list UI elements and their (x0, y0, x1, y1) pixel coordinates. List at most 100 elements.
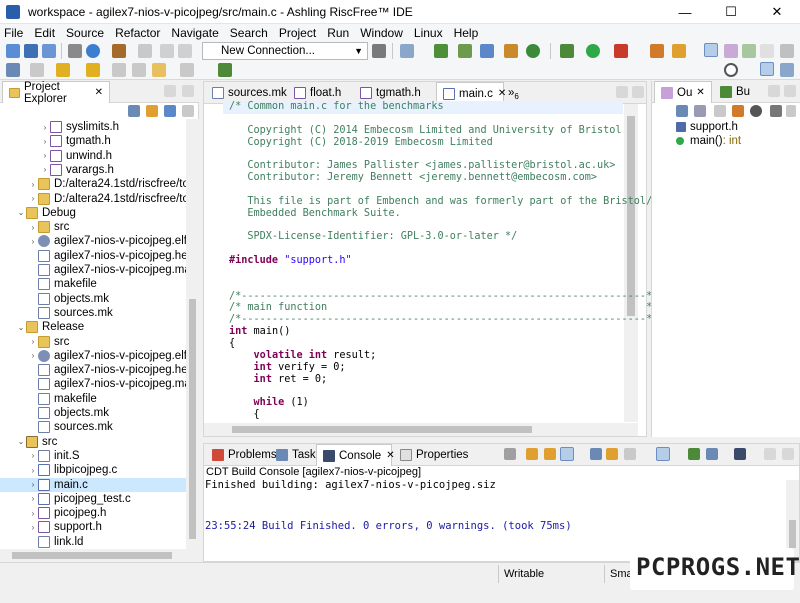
code-line[interactable]: /*--------------------------------------… (229, 291, 658, 303)
tab-outline[interactable]: Ou ✕ (654, 81, 712, 103)
show-console-icon[interactable] (656, 447, 670, 461)
hammer-icon[interactable] (112, 44, 126, 58)
build-icon[interactable] (86, 44, 100, 58)
launch-icon[interactable] (672, 44, 686, 58)
terminal-icon[interactable] (400, 44, 414, 58)
collapse-all-icon[interactable] (128, 105, 140, 117)
code-line[interactable]: volatile int result; (229, 350, 377, 362)
code-line[interactable]: Contributor: Jeremy Bennett <jeremy.benn… (229, 172, 597, 184)
tree-item[interactable]: › src (28, 335, 69, 349)
hide-fields-icon[interactable] (714, 105, 726, 117)
collapse-arrow-icon[interactable]: › (40, 137, 50, 146)
collapse-arrow-icon[interactable]: › (28, 337, 38, 346)
word-wrap-icon[interactable] (590, 448, 602, 460)
external-tools-icon[interactable] (614, 44, 628, 58)
close-icon[interactable]: ✕ (696, 87, 704, 98)
tree-item[interactable]: › picojpeg.h (28, 506, 106, 520)
forward-nav-icon[interactable] (132, 63, 146, 77)
minimize-view-icon[interactable] (616, 86, 628, 98)
outline-item[interactable]: main() : int (676, 134, 741, 148)
new-project-icon[interactable] (434, 44, 448, 58)
menu-refactor[interactable]: Refactor (115, 26, 160, 40)
new-file-icon[interactable] (480, 44, 494, 58)
close-icon[interactable]: ✕ (95, 87, 103, 98)
code-line[interactable]: int verify = 0; (229, 362, 346, 374)
collapse-arrow-icon[interactable]: › (28, 480, 38, 489)
tree-item[interactable]: makefile (28, 392, 97, 406)
refresh-icon[interactable] (526, 44, 540, 58)
prev-bookmark-icon[interactable] (86, 63, 100, 77)
scroll-lock-icon[interactable] (560, 447, 574, 461)
maximize-view-icon[interactable] (182, 85, 194, 97)
collapse-arrow-icon[interactable]: › (28, 523, 38, 532)
tree-item[interactable]: › D:/altera24.1std/riscfree/toolch (28, 177, 186, 191)
tab-console[interactable]: Console ✕ (316, 444, 395, 466)
open-console-icon[interactable] (734, 448, 746, 460)
collapse-arrow-icon[interactable]: › (28, 351, 38, 360)
collapse-arrow-icon[interactable]: › (28, 223, 38, 232)
tree-item[interactable]: ⌄ src (16, 435, 57, 449)
collapse-arrow-icon[interactable]: › (28, 451, 38, 460)
code-line[interactable]: Copyright (C) 2018-2019 Embecosm Limited (229, 137, 492, 149)
scrollbar-thumb[interactable] (789, 520, 796, 548)
tree-item[interactable]: › unwind.h (40, 149, 112, 163)
view-menu-icon[interactable] (182, 105, 194, 117)
back-icon[interactable] (152, 63, 166, 77)
collapse-arrow-icon[interactable]: › (28, 494, 38, 503)
expand-arrow-icon[interactable]: ⌄ (16, 437, 26, 446)
maximize-view-icon[interactable] (784, 85, 796, 97)
search-icon[interactable] (724, 63, 738, 77)
sort-icon[interactable] (694, 105, 706, 117)
maximize-view-icon[interactable] (632, 86, 644, 98)
prev-edit-icon[interactable] (30, 63, 44, 77)
tree-item[interactable]: link.ld (28, 535, 83, 549)
collapse-arrow-icon[interactable]: › (40, 165, 50, 174)
hide-static-icon[interactable] (732, 105, 744, 117)
link-editor-icon[interactable] (770, 105, 782, 117)
save-icon[interactable] (24, 44, 38, 58)
tree-item[interactable]: › init.S (28, 449, 80, 463)
block-select-icon[interactable] (742, 44, 756, 58)
expand-arrow-icon[interactable]: ⌄ (16, 208, 26, 217)
tree-item[interactable]: agilex7-nios-v-picojpeg.hex (28, 249, 186, 263)
whitespace-icon[interactable] (760, 44, 774, 58)
hide-nonpublic-icon[interactable] (750, 105, 762, 117)
close-button[interactable]: ✕ (754, 0, 800, 24)
minimize-view-icon[interactable] (164, 85, 176, 97)
profile-icon[interactable] (650, 44, 664, 58)
editor-horizontal-scrollbar[interactable] (204, 423, 638, 436)
tree-item[interactable]: ⌄ Debug (16, 206, 76, 220)
close-icon[interactable]: ✕ (498, 88, 506, 99)
menu-navigate[interactable]: Navigate (171, 26, 218, 40)
collapse-arrow-icon[interactable]: › (28, 194, 38, 203)
tree-item[interactable]: sources.mk (28, 306, 113, 320)
code-line[interactable]: int ret = 0; (229, 374, 328, 386)
code-line[interactable]: This file is part of Embench and was for… (229, 196, 676, 208)
code-line[interactable]: #include "support.h" (229, 255, 352, 267)
menu-file[interactable]: File (4, 26, 23, 40)
code-line[interactable]: Contributor: James Pallister <james.pall… (229, 160, 615, 172)
forward-icon[interactable] (178, 44, 192, 58)
tab-project-explorer[interactable]: Project Explorer ✕ (2, 81, 110, 105)
next-error-icon[interactable] (544, 448, 556, 460)
chevron-down-icon[interactable]: ▼ (354, 43, 363, 59)
collapse-arrow-icon[interactable]: › (40, 151, 50, 160)
link-editor-icon[interactable] (146, 105, 158, 117)
debug-icon[interactable] (560, 44, 574, 58)
menu-source[interactable]: Source (66, 26, 104, 40)
tree-item[interactable]: agilex7-nios-v-picojpeg.map (28, 377, 186, 391)
menu-project[interactable]: Project (279, 26, 316, 40)
collapse-arrow-icon[interactable]: › (40, 123, 50, 132)
display-console-icon[interactable] (706, 448, 718, 460)
tree-item[interactable]: ⌄ Release (16, 320, 84, 334)
code-line[interactable]: Embedded Benchmark Suite. (229, 208, 400, 220)
menu-search[interactable]: Search (230, 26, 268, 40)
menu-window[interactable]: Window (360, 26, 403, 40)
maximize-view-icon[interactable] (782, 448, 794, 460)
menu-run[interactable]: Run (327, 26, 349, 40)
new-folder-icon[interactable] (504, 44, 518, 58)
tab-tasks[interactable]: Tasks (270, 444, 321, 466)
save-all-icon[interactable] (42, 44, 56, 58)
copy-icon[interactable] (606, 448, 618, 460)
new-icon[interactable] (6, 44, 20, 58)
